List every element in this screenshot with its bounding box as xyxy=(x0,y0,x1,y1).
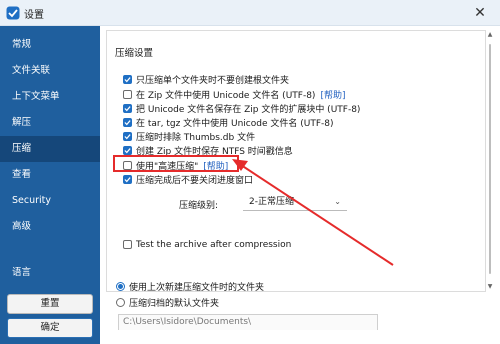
sidebar-item-advanced[interactable]: 高级 xyxy=(0,214,100,240)
option-label: Test the archive after compression xyxy=(136,239,292,250)
scrollbar[interactable] xyxy=(487,30,493,292)
option-label: 在 Zip 文件中使用 Unicode 文件名 (UTF-8) xyxy=(136,91,316,101)
annotation-highlight-box xyxy=(113,155,239,172)
sidebar-item-extract[interactable]: 解压 xyxy=(0,110,100,136)
reset-button[interactable]: 重置 xyxy=(7,294,93,314)
compression-level-select[interactable]: 2-正常压缩 ⌄ xyxy=(243,193,347,211)
window-title: 设置 xyxy=(24,10,44,21)
option-tar-unicode-names[interactable]: 在 tar, tgz 文件中使用 Unicode 文件名 (UTF-8) xyxy=(123,116,334,129)
radio-label: 压缩归档的默认文件夹 xyxy=(129,299,220,309)
option-label: 只压缩单个文件夹时不要创建根文件夹 xyxy=(136,76,290,86)
sidebar-item-language[interactable]: 语言 xyxy=(0,260,100,286)
option-label: 把 Unicode 文件名保存在 Zip 文件的扩展块中 (UTF-8) xyxy=(136,105,361,115)
help-link[interactable]: [帮助] xyxy=(320,88,345,101)
checkbox-checked[interactable] xyxy=(123,175,132,184)
sidebar-item-general[interactable]: 常规 xyxy=(0,32,100,58)
close-icon: ✕ xyxy=(474,5,486,21)
option-zip-extended-block[interactable]: 把 Unicode 文件名保存在 Zip 文件的扩展块中 (UTF-8) xyxy=(123,102,360,115)
compression-settings-panel: 压缩设置 只压缩单个文件夹时不要创建根文件夹 在 Zip 文件中使用 Unico… xyxy=(106,30,486,292)
compression-level-value: 2-正常压缩 xyxy=(249,197,294,207)
option-no-root-folder[interactable]: 只压缩单个文件夹时不要创建根文件夹 xyxy=(123,73,289,86)
radio-label: 使用上次新建压缩文件时的文件夹 xyxy=(129,283,265,293)
compression-level-label: 压缩级别: xyxy=(179,201,219,211)
checkbox-checked[interactable] xyxy=(123,104,132,113)
sidebar-item-security[interactable]: Security xyxy=(0,188,100,214)
title-bar: 设置 ✕ xyxy=(0,0,500,26)
radio-last-used-folder[interactable]: 使用上次新建压缩文件时的文件夹 xyxy=(116,280,264,293)
sidebar-item-context-menu[interactable]: 上下文菜单 xyxy=(0,84,100,110)
checkbox-unchecked[interactable] xyxy=(123,240,132,249)
settings-main: 压缩设置 只压缩单个文件夹时不要创建根文件夹 在 Zip 文件中使用 Unico… xyxy=(100,26,500,344)
section-title: 压缩设置 xyxy=(115,48,154,59)
option-exclude-thumbs[interactable]: 压缩时排除 Thumbs.db 文件 xyxy=(123,130,255,143)
radio-checked[interactable] xyxy=(116,282,125,291)
option-label: 压缩完成后不要关闭进度窗口 xyxy=(136,176,254,186)
option-keep-progress-window[interactable]: 压缩完成后不要关闭进度窗口 xyxy=(123,173,253,186)
radio-unchecked[interactable] xyxy=(116,298,125,307)
checkbox-checked[interactable] xyxy=(123,75,132,84)
sidebar-item-compress[interactable]: 压缩 xyxy=(0,136,100,162)
checkbox-checked[interactable] xyxy=(123,132,132,141)
close-button[interactable]: ✕ xyxy=(460,0,500,26)
option-label: 压缩时排除 Thumbs.db 文件 xyxy=(136,133,256,143)
checkbox-unchecked[interactable] xyxy=(123,90,132,99)
chevron-down-icon: ⌄ xyxy=(334,197,341,206)
checkbox-checked[interactable] xyxy=(123,118,132,127)
sidebar-item-view[interactable]: 查看 xyxy=(0,162,100,188)
app-icon xyxy=(6,6,20,20)
option-test-archive[interactable]: Test the archive after compression xyxy=(123,238,291,251)
ok-button[interactable]: 确定 xyxy=(7,318,93,338)
default-folder-path-input[interactable]: C:\Users\Isidore\Documents\ xyxy=(118,314,378,330)
scroll-down-arrow-icon[interactable]: ▼ xyxy=(486,283,494,291)
scrollbar-thumb[interactable] xyxy=(489,44,491,274)
sidebar: 常规 文件关联 上下文菜单 解压 压缩 查看 Security 高级 语言 重置… xyxy=(0,26,100,344)
option-label: 在 tar, tgz 文件中使用 Unicode 文件名 (UTF-8) xyxy=(136,119,334,129)
sidebar-item-file-association[interactable]: 文件关联 xyxy=(0,58,100,84)
radio-default-folder[interactable]: 压缩归档的默认文件夹 xyxy=(116,296,219,309)
checkbox-checked[interactable] xyxy=(123,146,132,155)
option-zip-unicode-names[interactable]: 在 Zip 文件中使用 Unicode 文件名 (UTF-8) [帮助] xyxy=(123,88,345,101)
